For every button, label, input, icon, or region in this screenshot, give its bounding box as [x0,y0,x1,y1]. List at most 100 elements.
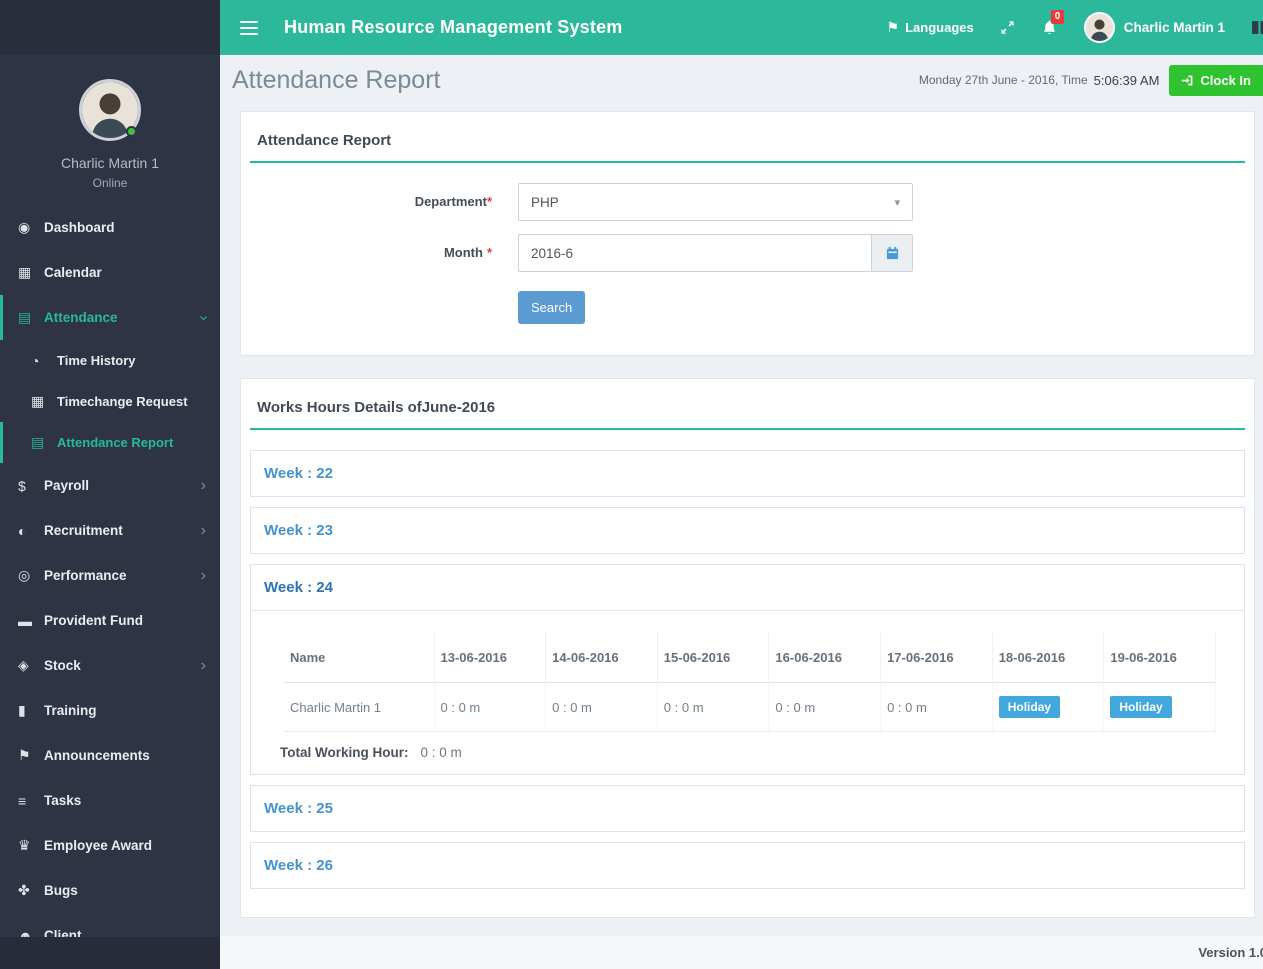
bug-icon: ✤ [18,882,30,898]
notifications-bell[interactable]: 0 [1041,10,1065,36]
chevron-right-icon: › [200,656,206,674]
month-row: Month * [250,234,1245,272]
required-asterisk: * [486,245,492,260]
sidebar-item-provident-fund[interactable]: ▬ Provident Fund [0,598,220,643]
department-label: Department* [414,194,492,209]
search-button[interactable]: Search [518,291,586,324]
sidebar-item-label: Attendance Report [57,435,174,450]
sidebar-item-dashboard[interactable]: ◉ Dashboard [0,205,220,250]
total-label: Total Working Hour: [280,745,409,760]
version-label: Version 1.0 [1198,945,1263,960]
chevron-down-icon: › [195,314,213,321]
fullscreen-icon[interactable] [1000,20,1015,35]
holiday-badge: Holiday [1110,696,1172,718]
content: Attendance Report Department* PHP ▾ Mont… [220,105,1263,918]
notification-badge: 0 [1050,10,1065,24]
topbar-right: ⚑ Languages 0 Charlic Martin 1 [861,10,1263,43]
page-header-right: Monday 27th June - 2016, Time 5:06:39 AM… [918,64,1263,96]
sidebar-item-label: Employee Award [44,838,153,853]
table-row: Charlic Martin 1 0 : 0 m 0 : 0 m 0 : 0 m… [284,682,1216,732]
sidebar-item-label: Tasks [44,793,82,808]
sidebar-item-label: Recruitment [44,523,123,538]
bullhorn-icon: ⚑ [18,747,31,763]
sidebar-item-time-history[interactable]: ◔ Time History [0,340,220,381]
week-panel-25: Week : 25 [250,785,1245,832]
col-header-date[interactable]: 18-06-2016 [992,633,1105,683]
sidebar-item-attendance-report[interactable]: ▤ Attendance Report [0,422,220,463]
required-asterisk: * [486,194,492,209]
department-select[interactable]: PHP ▾ [518,183,913,221]
menu-toggle-icon[interactable] [240,20,258,35]
target-icon: ◎ [18,567,31,583]
topbar-avatar[interactable] [1083,12,1115,43]
app-title: Human Resource Management System [284,17,623,37]
col-header-date[interactable]: 17-06-2016 [880,633,993,683]
department-row: Department* PHP ▾ [250,183,1245,221]
calendar-icon [886,246,898,259]
col-header-date[interactable]: 15-06-2016 [657,633,770,683]
sidebar-menu: ◉ Dashboard ▦ Calendar ▤ Attendance › ◔ … [0,205,220,958]
week-panel-header[interactable]: Week : 23 [251,508,1244,553]
globe-icon: ◐ [18,522,27,539]
attendance-report-filter-card: Attendance Report Department* PHP ▾ Mont… [240,111,1255,356]
sidebar-item-calendar[interactable]: ▦ Calendar [0,250,220,295]
cell-holiday: Holiday [992,682,1105,732]
calendar-picker-button[interactable] [871,234,913,272]
cell-hours: 0 : 0 m [545,682,658,732]
sidebar-item-stock[interactable]: ◈ Stock › [0,643,220,688]
sidebar-item-performance[interactable]: ◎ Performance › [0,553,220,598]
sidebar-item-announcements[interactable]: ⚑ Announcements [0,733,220,778]
sidebar-item-bugs[interactable]: ✤ Bugs [0,868,220,913]
current-date: Monday 27th June - 2016, Time [918,73,1088,87]
page-footer: Version 1.0 [220,936,1263,969]
table-header-row: Name 13-06-2016 14-06-2016 15-06-2016 16… [284,633,1216,683]
sign-in-icon [1182,75,1193,85]
chevron-right-icon: › [200,521,206,539]
training-icon: ▮ [18,702,26,718]
week-panel-header[interactable]: Week : 22 [251,451,1244,496]
calendar-icon: ▦ [18,264,32,280]
attendance-icon: ▤ [18,309,32,325]
col-header-date[interactable]: 13-06-2016 [434,633,547,683]
sidebar-item-payroll[interactable]: $ Payroll › [0,463,220,508]
clock-icon: ◔ [31,352,40,369]
chevron-right-icon: › [200,476,206,494]
dollar-icon: $ [18,477,26,494]
briefcase-icon: ▬ [18,612,32,629]
sidebar-item-attendance[interactable]: ▤ Attendance › [0,295,220,340]
avatar[interactable] [79,79,141,141]
profile-name: Charlic Martin 1 [60,155,160,171]
sidebar-item-recruitment[interactable]: ◐ Recruitment › [0,508,220,553]
sidebar-item-employee-award[interactable]: ♛ Employee Award [0,823,220,868]
week-panel-23: Week : 23 [250,507,1245,554]
sidebar-item-timechange-request[interactable]: ▦ Timechange Request [0,381,220,422]
sidebar-item-tasks[interactable]: ≡ Tasks [0,778,220,823]
sidebar-item-training[interactable]: ▮ Training [0,688,220,733]
week-panel-header[interactable]: Week : 25 [251,786,1244,831]
sidebar-item-label: Timechange Request [57,394,188,409]
week-panel-header[interactable]: Week : 26 [251,843,1244,888]
week-panel-24: Week : 24 Name 13-06-2016 14-06-2016 15-… [250,564,1245,775]
col-header-date[interactable]: 16-06-2016 [768,633,882,683]
sidebar-item-label: Performance [44,568,127,583]
col-header-date[interactable]: 14-06-2016 [545,633,658,683]
clock-in-label: Clock In [1200,72,1251,88]
week-panel-header[interactable]: Week : 24 [251,565,1244,611]
panel-toggle-icon[interactable] [1251,19,1263,36]
sidebar-item-label: Payroll [44,478,90,493]
week-panel-body: Name 13-06-2016 14-06-2016 15-06-2016 16… [251,611,1244,774]
month-input[interactable] [518,234,871,272]
sidebar-item-label: Dashboard [44,220,115,235]
topbar-username[interactable]: Charlic Martin 1 [1124,20,1225,35]
page-title: Attendance Report [232,65,441,94]
col-header-date[interactable]: 19-06-2016 [1103,633,1216,683]
sidebar: Charlic Martin 1 Online ◉ Dashboard ▦ Ca… [0,0,220,969]
profile-status: Online [92,176,128,190]
work-hours-card: Works Hours Details ofJune-2016 Week : 2… [240,378,1255,918]
col-header-name[interactable]: Name [284,633,435,683]
clock-in-button[interactable]: Clock In [1169,64,1263,96]
file-icon: ▤ [31,434,45,450]
week-panel-22: Week : 22 [250,450,1245,497]
languages-label: Languages [905,20,974,35]
languages-menu[interactable]: ⚑ Languages [887,19,974,36]
